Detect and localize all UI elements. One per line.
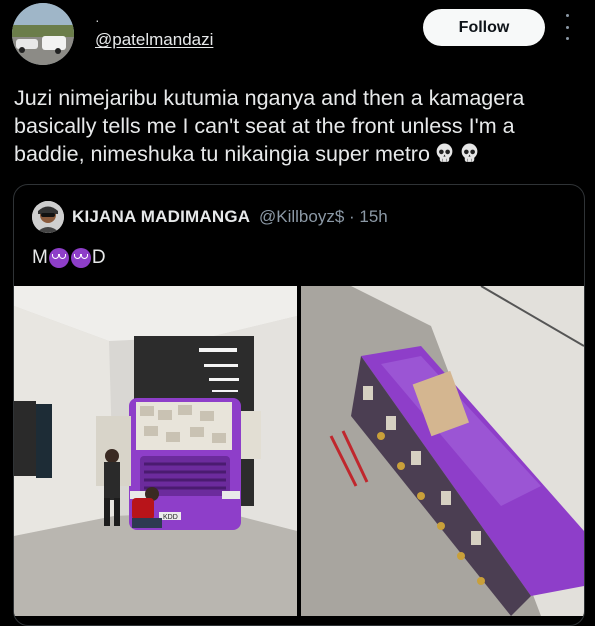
quote-author-name[interactable]: KIJANA MADIMANGA xyxy=(72,207,250,227)
smiling-imp-emoji xyxy=(48,248,69,268)
quote-author-handle[interactable]: @Killboyz$ · 15h xyxy=(259,207,388,227)
bus-front-photo[interactable]: KDD xyxy=(14,286,297,616)
quote-text: M D xyxy=(32,247,106,269)
smiling-imp-emoji xyxy=(70,248,91,268)
bus-plate: KDD xyxy=(163,514,178,521)
more-options-icon[interactable] xyxy=(561,14,573,40)
skull-emoji xyxy=(436,143,453,162)
quote-text-start: M xyxy=(32,247,48,268)
author-avatar[interactable] xyxy=(12,3,74,65)
quote-author-avatar[interactable] xyxy=(32,201,64,233)
display-name[interactable]: · xyxy=(95,12,100,28)
bus-top-photo[interactable] xyxy=(301,286,584,616)
skull-emoji xyxy=(461,143,478,162)
quote-text-end: D xyxy=(91,247,106,268)
quoted-tweet[interactable]: KIJANA MADIMANGA @Killboyz$ · 15h M D KD… xyxy=(13,184,585,626)
follow-button[interactable]: Follow xyxy=(423,9,545,46)
author-handle[interactable]: @patelmandazi xyxy=(95,30,213,50)
tweet-text: Juzi nimejaribu kutumia nganya and then … xyxy=(14,84,584,168)
